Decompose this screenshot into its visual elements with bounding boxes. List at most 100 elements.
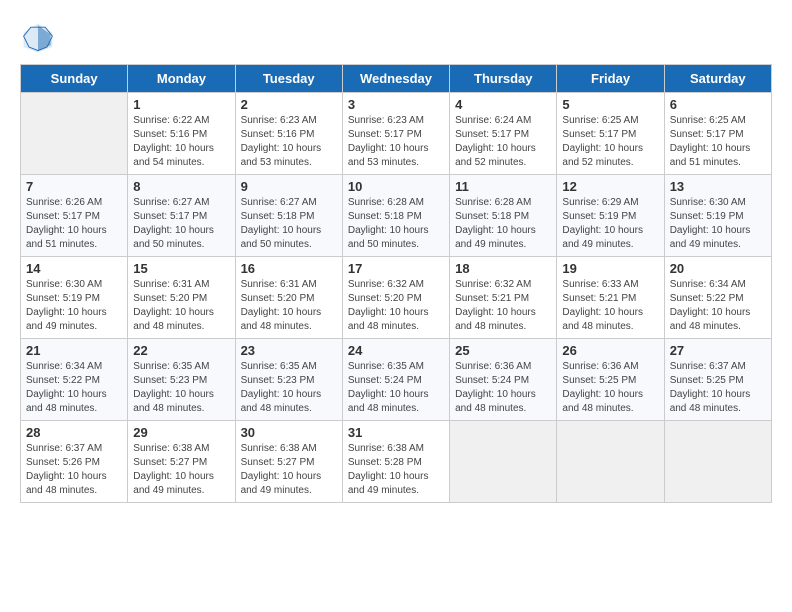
calendar-cell: 10 Sunrise: 6:28 AMSunset: 5:18 PMDayligh… (342, 175, 449, 257)
day-info: Sunrise: 6:29 AMSunset: 5:19 PMDaylight:… (562, 196, 658, 252)
calendar-cell (664, 421, 771, 503)
day-info: Sunrise: 6:27 AMSunset: 5:17 PMDaylight:… (133, 196, 229, 252)
day-number: 26 (562, 343, 658, 358)
calendar-cell: 27Sunrise: 6:37 AMSunset: 5:25 PMDayligh… (664, 339, 771, 421)
logo (20, 20, 60, 56)
calendar-cell: 3Sunrise: 6:23 AMSunset: 5:17 PMDaylight… (342, 93, 449, 175)
calendar-cell: 13 Sunrise: 6:30 AMSunset: 5:19 PMDayligh… (664, 175, 771, 257)
day-info: Sunrise: 6:32 AMSunset: 5:20 PMDaylight:… (348, 278, 444, 334)
day-info: Sunrise: 6:34 AMSunset: 5:22 PMDaylight:… (26, 360, 122, 416)
day-info: Sunrise: 6:31 AMSunset: 5:20 PMDaylight:… (133, 278, 229, 334)
calendar-cell: 18Sunrise: 6:32 AMSunset: 5:21 PMDayligh… (450, 257, 557, 339)
calendar-cell (450, 421, 557, 503)
day-number: 7 (26, 179, 122, 194)
day-header-wednesday: Wednesday (342, 65, 449, 93)
day-number: 9 (241, 179, 337, 194)
calendar-cell: 30 Sunrise: 6:38 AMSunset: 5:27 PMDayligh… (235, 421, 342, 503)
day-header-saturday: Saturday (664, 65, 771, 93)
day-info: Sunrise: 6:25 AMSunset: 5:17 PMDaylight:… (670, 114, 766, 170)
calendar-cell: 21Sunrise: 6:34 AMSunset: 5:22 PMDayligh… (21, 339, 128, 421)
day-info: Sunrise: 6:26 AMSunset: 5:17 PMDaylight:… (26, 196, 122, 252)
day-header-sunday: Sunday (21, 65, 128, 93)
day-number: 22 (133, 343, 229, 358)
day-number: 28 (26, 425, 122, 440)
day-number: 8 (133, 179, 229, 194)
calendar-cell: 29 Sunrise: 6:38 AMSunset: 5:27 PMDayligh… (128, 421, 235, 503)
day-number: 11 (455, 179, 551, 194)
calendar-cell: 26 Sunrise: 6:36 AMSunset: 5:25 PMDayligh… (557, 339, 664, 421)
calendar-cell: 8 Sunrise: 6:27 AMSunset: 5:17 PMDaylight… (128, 175, 235, 257)
day-info: Sunrise: 6:27 AMSunset: 5:18 PMDaylight:… (241, 196, 337, 252)
day-info: Sunrise: 6:24 AMSunset: 5:17 PMDaylight:… (455, 114, 551, 170)
day-info: Sunrise: 6:35 AMSunset: 5:23 PMDaylight:… (241, 360, 337, 416)
day-info: Sunrise: 6:22 AMSunset: 5:16 PMDaylight:… (133, 114, 229, 170)
day-number: 27 (670, 343, 766, 358)
day-header-friday: Friday (557, 65, 664, 93)
day-number: 17 (348, 261, 444, 276)
day-number: 31 (348, 425, 444, 440)
day-info: Sunrise: 6:35 AMSunset: 5:24 PMDaylight:… (348, 360, 444, 416)
day-info: Sunrise: 6:38 AMSunset: 5:28 PMDaylight:… (348, 442, 444, 498)
day-info: Sunrise: 6:38 AMSunset: 5:27 PMDaylight:… (133, 442, 229, 498)
day-number: 20 (670, 261, 766, 276)
day-info: Sunrise: 6:30 AMSunset: 5:19 PMDaylight:… (670, 196, 766, 252)
calendar-cell: 15 Sunrise: 6:31 AMSunset: 5:20 PMDayligh… (128, 257, 235, 339)
day-number: 1 (133, 97, 229, 112)
day-number: 6 (670, 97, 766, 112)
calendar-cell: 6 Sunrise: 6:25 AMSunset: 5:17 PMDaylight… (664, 93, 771, 175)
day-info: Sunrise: 6:37 AMSunset: 5:26 PMDaylight:… (26, 442, 122, 498)
calendar-cell: 2Sunrise: 6:23 AMSunset: 5:16 PMDaylight… (235, 93, 342, 175)
day-number: 4 (455, 97, 551, 112)
day-number: 18 (455, 261, 551, 276)
calendar-cell: 22 Sunrise: 6:35 AMSunset: 5:23 PMDayligh… (128, 339, 235, 421)
day-info: Sunrise: 6:33 AMSunset: 5:21 PMDaylight:… (562, 278, 658, 334)
day-header-monday: Monday (128, 65, 235, 93)
calendar-cell: 25 Sunrise: 6:36 AMSunset: 5:24 PMDayligh… (450, 339, 557, 421)
calendar-cell: 11 Sunrise: 6:28 AMSunset: 5:18 PMDayligh… (450, 175, 557, 257)
calendar-cell: 4 Sunrise: 6:24 AMSunset: 5:17 PMDaylight… (450, 93, 557, 175)
day-info: Sunrise: 6:28 AMSunset: 5:18 PMDaylight:… (348, 196, 444, 252)
calendar-cell: 7 Sunrise: 6:26 AMSunset: 5:17 PMDaylight… (21, 175, 128, 257)
calendar-cell: 12 Sunrise: 6:29 AMSunset: 5:19 PMDayligh… (557, 175, 664, 257)
day-info: Sunrise: 6:31 AMSunset: 5:20 PMDaylight:… (241, 278, 337, 334)
calendar-cell (557, 421, 664, 503)
calendar-cell (21, 93, 128, 175)
day-number: 16 (241, 261, 337, 276)
calendar-cell: 19 Sunrise: 6:33 AMSunset: 5:21 PMDayligh… (557, 257, 664, 339)
day-number: 19 (562, 261, 658, 276)
day-number: 24 (348, 343, 444, 358)
day-header-thursday: Thursday (450, 65, 557, 93)
calendar-cell: 28 Sunrise: 6:37 AMSunset: 5:26 PMDayligh… (21, 421, 128, 503)
calendar-cell: 31 Sunrise: 6:38 AMSunset: 5:28 PMDayligh… (342, 421, 449, 503)
calendar-cell: 1 Sunrise: 6:22 AMSunset: 5:16 PMDaylight… (128, 93, 235, 175)
day-info: Sunrise: 6:28 AMSunset: 5:18 PMDaylight:… (455, 196, 551, 252)
day-info: Sunrise: 6:35 AMSunset: 5:23 PMDaylight:… (133, 360, 229, 416)
day-info: Sunrise: 6:34 AMSunset: 5:22 PMDaylight:… (670, 278, 766, 334)
calendar-cell: 20 Sunrise: 6:34 AMSunset: 5:22 PMDayligh… (664, 257, 771, 339)
calendar-cell: 23 Sunrise: 6:35 AMSunset: 5:23 PMDayligh… (235, 339, 342, 421)
day-number: 23 (241, 343, 337, 358)
logo-icon (20, 20, 56, 56)
calendar-cell: 5Sunrise: 6:25 AMSunset: 5:17 PMDaylight… (557, 93, 664, 175)
day-info: Sunrise: 6:38 AMSunset: 5:27 PMDaylight:… (241, 442, 337, 498)
day-number: 14 (26, 261, 122, 276)
day-number: 15 (133, 261, 229, 276)
calendar-cell: 9 Sunrise: 6:27 AMSunset: 5:18 PMDaylight… (235, 175, 342, 257)
day-info: Sunrise: 6:23 AMSunset: 5:17 PMDaylight:… (348, 114, 444, 170)
day-number: 5 (562, 97, 658, 112)
calendar-cell: 16 Sunrise: 6:31 AMSunset: 5:20 PMDayligh… (235, 257, 342, 339)
day-number: 13 (670, 179, 766, 194)
day-number: 12 (562, 179, 658, 194)
day-number: 30 (241, 425, 337, 440)
day-info: Sunrise: 6:23 AMSunset: 5:16 PMDaylight:… (241, 114, 337, 170)
day-number: 10 (348, 179, 444, 194)
day-number: 29 (133, 425, 229, 440)
calendar-cell: 24 Sunrise: 6:35 AMSunset: 5:24 PMDayligh… (342, 339, 449, 421)
day-number: 25 (455, 343, 551, 358)
day-header-tuesday: Tuesday (235, 65, 342, 93)
day-info: Sunrise: 6:36 AMSunset: 5:25 PMDaylight:… (562, 360, 658, 416)
calendar-cell: 17 Sunrise: 6:32 AMSunset: 5:20 PMDayligh… (342, 257, 449, 339)
calendar-cell: 14Sunrise: 6:30 AMSunset: 5:19 PMDayligh… (21, 257, 128, 339)
day-info: Sunrise: 6:36 AMSunset: 5:24 PMDaylight:… (455, 360, 551, 416)
calendar-table: SundayMondayTuesdayWednesdayThursdayFrid… (20, 64, 772, 503)
